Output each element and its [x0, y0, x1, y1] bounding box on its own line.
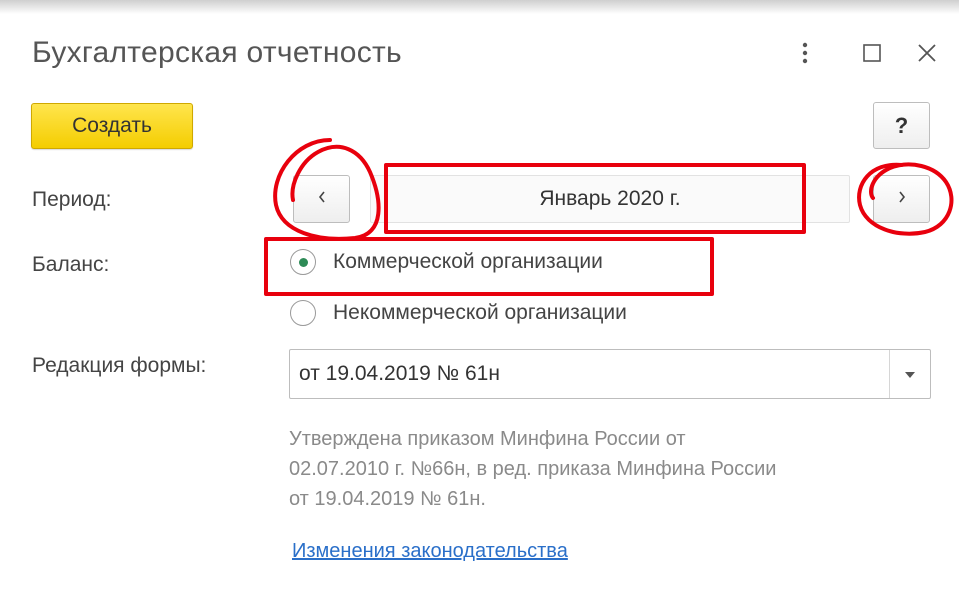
window-title: Бухгалтерская отчетность — [32, 36, 402, 69]
dropdown-arrow-button[interactable] — [889, 350, 930, 398]
close-icon — [917, 43, 937, 63]
form-edition-value: от 19.04.2019 № 61н — [299, 362, 500, 385]
radio-button[interactable] — [290, 300, 316, 326]
period-value: Январь 2020 г. — [539, 187, 681, 210]
legislation-changes-link[interactable]: Изменения законодательства — [292, 540, 568, 563]
note-line: 02.07.2010 г. №66н, в ред. приказа Минфи… — [289, 458, 777, 480]
period-prev-button[interactable] — [293, 175, 350, 223]
radio-commercial-label: Коммерческой организации — [333, 250, 603, 273]
radio-commercial[interactable]: Коммерческой организации — [290, 249, 603, 275]
period-label: Период: — [32, 188, 112, 211]
period-next-button[interactable] — [873, 175, 930, 223]
radio-noncommercial-label: Некоммерческой организации — [333, 301, 627, 324]
create-button[interactable]: Создать — [31, 103, 193, 149]
chevron-down-icon — [905, 365, 915, 383]
more-icon — [802, 42, 808, 64]
maximize-icon — [863, 44, 881, 62]
help-button[interactable]: ? — [873, 102, 930, 149]
form-edition-select[interactable]: от 19.04.2019 № 61н — [289, 349, 931, 399]
period-field[interactable]: Январь 2020 г. — [370, 175, 850, 223]
form-edition-note: Утверждена приказом Минфина России от 02… — [289, 424, 939, 514]
close-button[interactable] — [912, 38, 942, 68]
more-actions-button[interactable] — [790, 38, 820, 68]
note-line: Утверждена приказом Минфина России от — [289, 428, 686, 450]
note-line: от 19.04.2019 № 61н. — [289, 488, 486, 510]
radio-button-selected[interactable] — [290, 249, 316, 275]
radio-noncommercial[interactable]: Некоммерческой организации — [290, 300, 627, 326]
chevron-left-icon — [317, 189, 327, 210]
balance-label: Баланс: — [32, 253, 110, 276]
form-edition-label: Редакция формы: — [32, 354, 207, 377]
chevron-right-icon — [897, 189, 907, 210]
maximize-button[interactable] — [857, 38, 887, 68]
window-top-border — [0, 0, 959, 14]
